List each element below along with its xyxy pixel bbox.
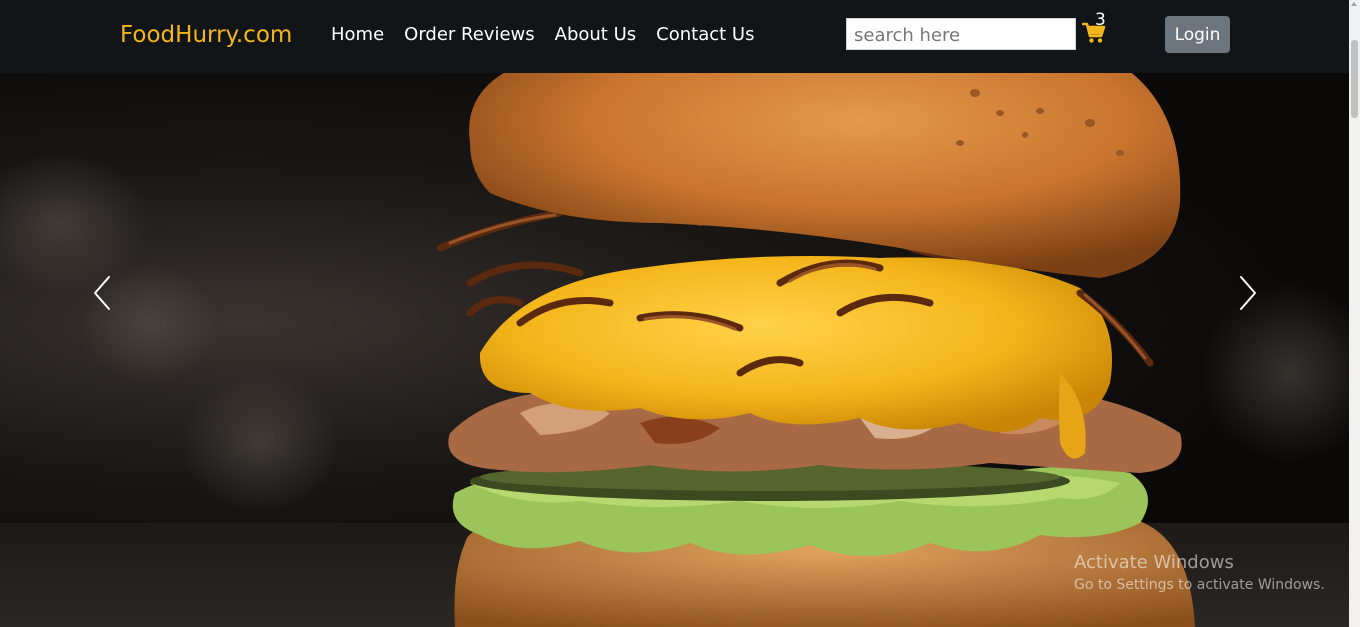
nav-link-about-us[interactable]: About Us [545, 20, 647, 50]
chevron-right-icon [1240, 276, 1256, 310]
shopping-cart-icon [1082, 22, 1106, 43]
scrollbar-thumb[interactable] [1351, 40, 1358, 118]
login-button[interactable]: Login [1165, 16, 1230, 53]
cart-button[interactable]: 3 [1082, 11, 1118, 50]
search-input[interactable] [846, 18, 1076, 50]
burger-photo [0, 73, 1349, 627]
watermark-title: Activate Windows [1074, 552, 1234, 573]
carousel-prev-button[interactable] [82, 263, 122, 323]
activate-windows-watermark: Activate Windows Go to Settings to activ… [1074, 552, 1325, 594]
carousel-next-button[interactable] [1228, 263, 1268, 323]
scroll-up-arrow-icon[interactable] [1351, 2, 1357, 6]
chevron-left-icon [94, 276, 110, 310]
page: FoodHurry.com Home Order Reviews About U… [0, 0, 1360, 627]
hero-carousel [0, 73, 1349, 627]
watermark-subtitle: Go to Settings to activate Windows. [1074, 577, 1325, 593]
brand-logo[interactable]: FoodHurry.com [120, 20, 292, 50]
nav-link-order-reviews[interactable]: Order Reviews [394, 20, 544, 50]
nav-links: Home Order Reviews About Us Contact Us [321, 20, 764, 50]
navbar: FoodHurry.com Home Order Reviews About U… [0, 0, 1349, 73]
nav-link-home[interactable]: Home [321, 20, 394, 50]
nav-link-contact-us[interactable]: Contact Us [646, 20, 764, 50]
vertical-scrollbar[interactable] [1349, 0, 1360, 627]
